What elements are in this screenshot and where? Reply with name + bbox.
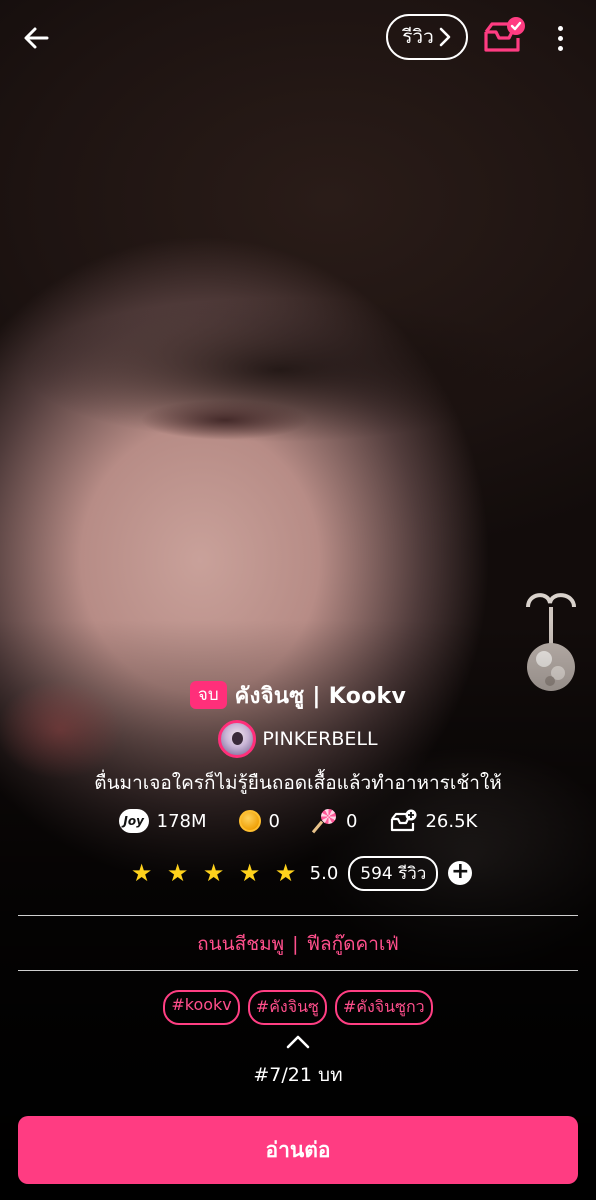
star-icon: ★ — [202, 859, 225, 887]
more-options-button[interactable] — [548, 20, 572, 56]
views-stat: Joy 178M — [118, 809, 207, 833]
lollipop-icon — [312, 808, 338, 834]
joy-icon: Joy — [118, 809, 149, 833]
novel-info: จบ คังจินซู | Kookv PINKERBELL ตื่นมาเจอ… — [0, 676, 596, 891]
review-button[interactable]: รีวิว — [386, 14, 468, 60]
tag-chip[interactable]: #คังจินซู — [247, 990, 327, 1025]
tag-chip[interactable]: #คังจินซูกว — [334, 990, 433, 1025]
rating-value: 5.0 — [309, 862, 339, 884]
top-bar: รีวิว — [0, 0, 596, 72]
review-count-button[interactable]: 594 รีวิว — [348, 855, 439, 891]
chevron-up-icon[interactable] — [284, 1032, 312, 1052]
continue-reading-button[interactable]: อ่านต่อ — [18, 1116, 578, 1184]
divider-top — [18, 915, 578, 916]
category-row: ถนนสีชมพู | ฟีลกู๊ดคาเฟ่ — [0, 918, 596, 970]
shelf-adds-stat: 26.5K — [389, 809, 477, 833]
category-separator: | — [292, 933, 299, 955]
star-icon: ★ — [130, 859, 153, 887]
lollipops-stat: 0 — [312, 808, 357, 834]
star-icon: ★ — [166, 859, 189, 887]
tags-row: #kookv #คังจินซู #คังจินซูกว — [0, 990, 596, 1025]
lollipops-count: 0 — [346, 810, 358, 832]
status-badge: จบ — [189, 681, 227, 709]
stats-row: Joy 178M 0 0 26.5K — [0, 804, 596, 838]
shelf-add-icon — [391, 809, 417, 832]
author-avatar — [218, 720, 257, 758]
rating-row: ★ ★ ★ ★ ★ 5.0 594 รีวิว + — [0, 855, 596, 891]
bookshelf-button[interactable] — [482, 16, 526, 56]
category-link-right[interactable]: ฟีลกู๊ดคาเฟ่ — [307, 929, 399, 959]
coins-stat: 0 — [238, 810, 280, 832]
tag-chip[interactable]: #kookv — [163, 990, 240, 1025]
cover-hair-shade — [0, 280, 596, 460]
star-icon: ★ — [238, 859, 261, 887]
title-row: จบ คังจินซู | Kookv — [0, 676, 596, 714]
back-button[interactable] — [18, 20, 54, 56]
category-link-left[interactable]: ถนนสีชมพู — [197, 929, 284, 959]
back-arrow-icon — [24, 27, 49, 49]
chevron-right-icon — [439, 27, 451, 47]
author-link[interactable]: PINKERBELL — [0, 718, 596, 760]
cover-eye-shade — [140, 400, 310, 440]
coin-icon — [238, 810, 261, 832]
views-count: 178M — [156, 810, 207, 832]
author-name: PINKERBELL — [262, 728, 378, 750]
coins-count: 0 — [268, 810, 280, 832]
plus-icon[interactable]: + — [448, 861, 473, 885]
shelf-adds-count: 26.5K — [425, 810, 478, 832]
novel-tagline: ตื่นมาเจอใครก็ไม่รู้ยืนถอดเสื้อแล้วทำอาห… — [94, 772, 502, 794]
chapter-progress: #7/21 บท — [253, 1064, 343, 1086]
novel-title: คังจินซู | Kookv — [234, 683, 407, 709]
divider-bottom — [18, 970, 578, 971]
continue-reading-label: อ่านต่อ — [265, 1137, 331, 1162]
more-vertical-icon — [557, 25, 563, 31]
review-button-label: รีวิว — [402, 26, 434, 48]
bookshelf-check-icon — [484, 17, 525, 52]
star-icon: ★ — [274, 859, 297, 887]
